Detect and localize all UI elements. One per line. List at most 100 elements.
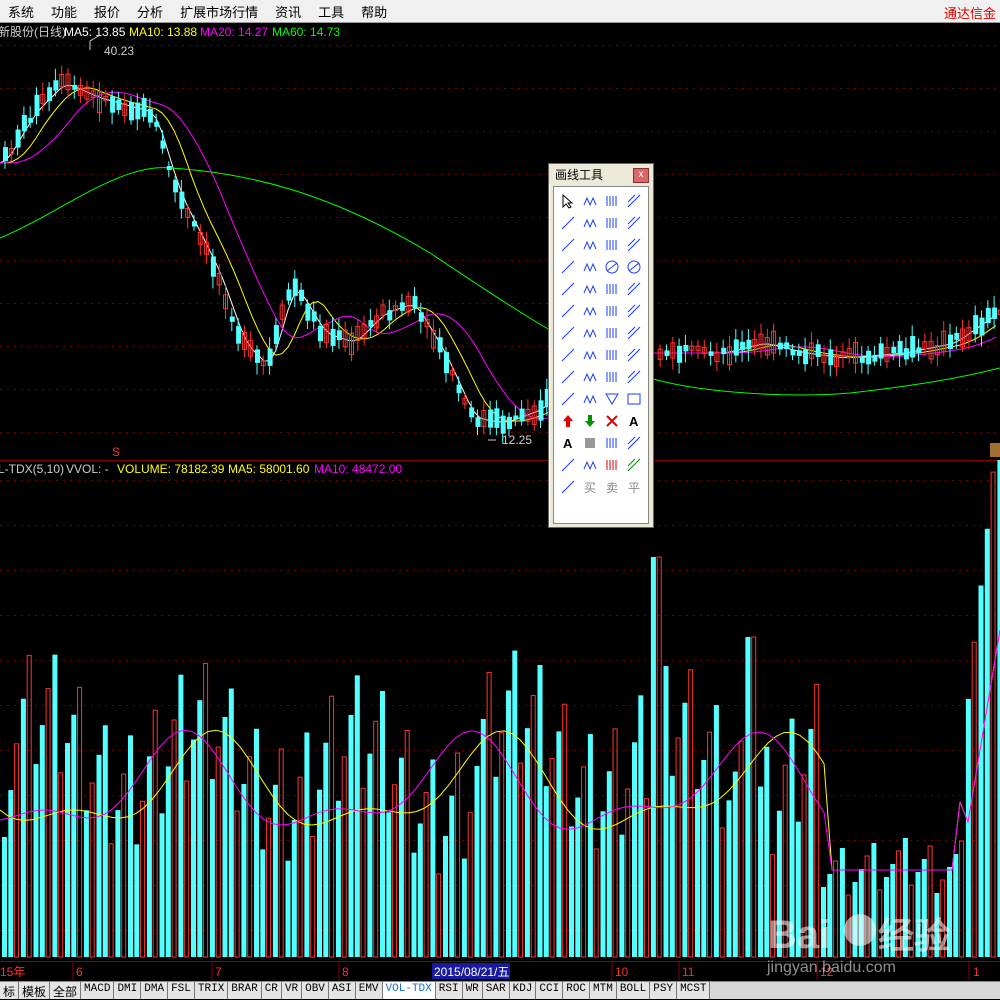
triangle-icon[interactable] <box>601 388 623 410</box>
down-arrow-icon[interactable] <box>579 410 601 432</box>
fib-icon[interactable] <box>623 212 645 234</box>
tab-trix[interactable]: TRIX <box>194 982 229 999</box>
buy-trade-label[interactable]: 买 <box>579 476 601 498</box>
menu-extended-market[interactable]: 扩展市场行情 <box>172 2 267 21</box>
text-alt-icon[interactable]: A <box>557 432 579 454</box>
tab-rsi[interactable]: RSI <box>435 982 463 999</box>
cycle-lines-icon[interactable] <box>579 344 601 366</box>
zigzag-down-icon[interactable] <box>623 278 645 300</box>
volume-value-label: VOLUME: 78182.39 <box>117 462 225 476</box>
time-cycle-icon[interactable] <box>601 366 623 388</box>
line-ext-icon[interactable] <box>557 212 579 234</box>
g-label-icon[interactable] <box>623 300 645 322</box>
menu-system[interactable]: 系统 <box>0 2 43 21</box>
arc-icon[interactable] <box>579 256 601 278</box>
dual-lines-icon[interactable] <box>623 234 645 256</box>
gann-fan-icon[interactable] <box>601 322 623 344</box>
sell-trade-label[interactable]: 卖 <box>601 476 623 498</box>
vline-icon[interactable] <box>557 234 579 256</box>
menu-analysis[interactable]: 分析 <box>129 2 172 21</box>
tab-emv[interactable]: EMV <box>355 982 383 999</box>
tab-fsl[interactable]: FSL <box>168 982 195 999</box>
tab-brar[interactable]: BRAR <box>228 982 262 999</box>
tab-boll[interactable]: BOLL <box>616 982 651 999</box>
tab-kdj[interactable]: KDJ <box>509 982 537 999</box>
parallel-icon[interactable] <box>579 212 601 234</box>
time-lines-icon[interactable] <box>557 366 579 388</box>
tab-template[interactable]: 模板 <box>19 982 51 999</box>
up-arrow-icon[interactable] <box>557 410 579 432</box>
circle-cross-icon[interactable] <box>623 256 645 278</box>
wave-lines-icon[interactable] <box>557 256 579 278</box>
line-icon[interactable] <box>601 190 623 212</box>
cross-x-icon[interactable] <box>601 410 623 432</box>
menu-function[interactable]: 功能 <box>43 2 86 21</box>
timeline-label-start: 15年 <box>0 965 25 979</box>
flat-trade-label[interactable]: 平 <box>623 476 645 498</box>
tab-mtm[interactable]: MTM <box>590 982 617 999</box>
tab-all[interactable]: 全部 <box>50 982 82 999</box>
tab-cci[interactable]: CCI <box>536 982 564 999</box>
menu-quote[interactable]: 报价 <box>86 2 129 21</box>
menu-help[interactable]: 帮助 <box>353 2 396 21</box>
cursor-date: 2015/08/21/五 <box>434 965 509 979</box>
menu-news[interactable]: 资讯 <box>267 2 310 21</box>
circle-icon[interactable] <box>601 256 623 278</box>
ga-label-icon[interactable] <box>601 300 623 322</box>
draw-toolbar-window[interactable]: 画线工具 x AA买卖平 <box>548 163 654 528</box>
tab-dmi[interactable]: DMI <box>114 982 142 999</box>
ruler-icon[interactable] <box>557 454 579 476</box>
fan-lines-icon[interactable] <box>623 322 645 344</box>
menu-tools[interactable]: 工具 <box>310 2 353 21</box>
tab-asi[interactable]: ASI <box>328 982 356 999</box>
tab-vr[interactable]: VR <box>281 982 303 999</box>
fan-icon[interactable] <box>557 388 579 410</box>
regression-icon[interactable] <box>579 322 601 344</box>
zigzag-up-icon[interactable] <box>601 278 623 300</box>
rectangle-icon[interactable] <box>623 388 645 410</box>
s-marker: S <box>112 445 120 459</box>
text-tool-icon[interactable]: A <box>623 410 645 432</box>
parallel-lines-icon[interactable] <box>601 234 623 256</box>
volume-chart[interactable]: L-TDX(5,10) VVOL: - VOLUME: 78182.39 MA5… <box>0 460 1000 981</box>
text-tool-glyph: A <box>629 414 639 429</box>
price-label-icon[interactable] <box>579 454 601 476</box>
flat-marker-icon[interactable] <box>557 476 579 498</box>
tab-psy[interactable]: PSY <box>650 982 678 999</box>
buy-marker-icon[interactable] <box>601 454 623 476</box>
tab-mcst[interactable]: MCST <box>677 982 711 999</box>
label-123-icon[interactable] <box>579 234 601 256</box>
period-lines-icon[interactable] <box>601 344 623 366</box>
arrow-down-icon[interactable] <box>579 388 601 410</box>
price-channel-icon[interactable] <box>557 322 579 344</box>
legend-icon[interactable] <box>601 432 623 454</box>
wave-w-icon[interactable] <box>557 278 579 300</box>
vline-group-icon[interactable] <box>557 344 579 366</box>
segment-icon[interactable] <box>579 190 601 212</box>
tab-vol-tdx[interactable]: VOL-TDX <box>382 982 436 999</box>
tab-dma[interactable]: DMA <box>141 982 169 999</box>
channel-icon[interactable] <box>601 212 623 234</box>
close-button[interactable]: x <box>633 168 649 183</box>
polyline-icon[interactable] <box>557 300 579 322</box>
cursor-icon[interactable] <box>557 190 579 212</box>
tab-obv[interactable]: OBV <box>302 982 329 999</box>
speed-lines-icon[interactable] <box>623 366 645 388</box>
tab-roc[interactable]: ROC <box>563 982 591 999</box>
note-icon[interactable] <box>623 432 645 454</box>
time-bars-icon[interactable] <box>579 366 601 388</box>
timeline-label-1: 1 <box>973 965 980 979</box>
tab-cr[interactable]: CR <box>261 982 282 999</box>
percent-lines-icon[interactable] <box>623 344 645 366</box>
price-chart[interactable]: 新股份(日线) MA5: 13.85 MA10: 13.88 MA20: 14.… <box>0 23 1000 460</box>
zigzag-icon[interactable] <box>579 278 601 300</box>
tab-sar[interactable]: SAR <box>482 982 510 999</box>
ma5-label: MA5: 13.85 <box>64 25 126 39</box>
gp-label-icon[interactable] <box>579 300 601 322</box>
tab-wr[interactable]: WR <box>462 982 483 999</box>
tab-marker[interactable]: 标 <box>0 982 20 999</box>
tab-macd[interactable]: MACD <box>81 982 115 999</box>
ray-icon[interactable] <box>623 190 645 212</box>
sell-marker-icon[interactable] <box>623 454 645 476</box>
grey-block-icon[interactable] <box>579 432 601 454</box>
